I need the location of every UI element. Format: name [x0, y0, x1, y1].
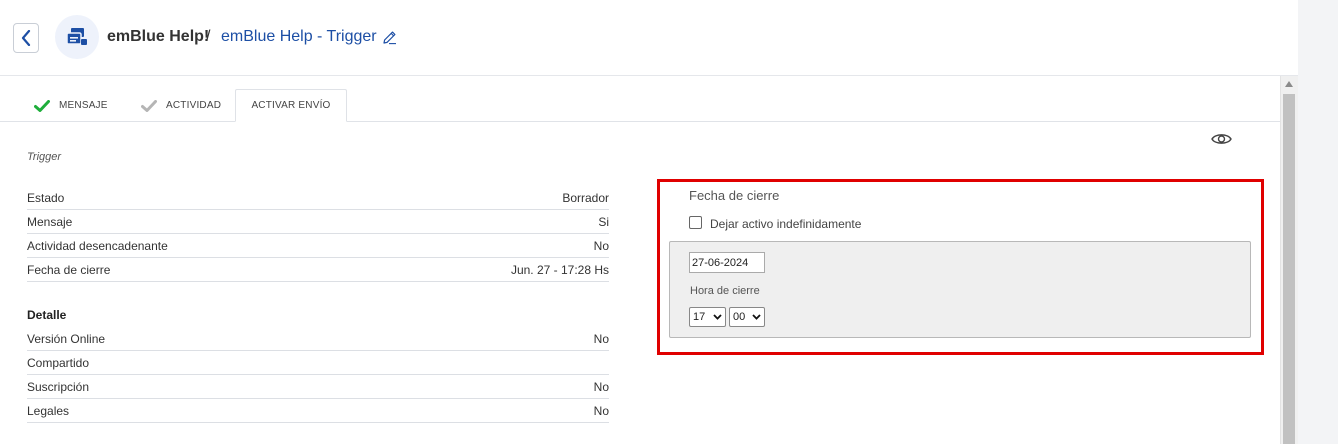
- row-value: Borrador: [562, 191, 609, 205]
- detail-title: Detalle: [27, 308, 67, 322]
- tab-label: ACTIVIDAD: [166, 100, 222, 111]
- tabs-divider: [0, 121, 1280, 122]
- row-value: No: [593, 380, 609, 394]
- scroll-up-arrow-icon[interactable]: [1285, 81, 1293, 87]
- edit-pencil-icon[interactable]: [382, 30, 397, 45]
- tab-mensaje[interactable]: MENSAJE: [34, 89, 108, 122]
- tab-label: ACTIVAR ENVÍO: [251, 100, 331, 111]
- detail-row: Versión Online No: [27, 327, 609, 351]
- summary-title: Trigger: [27, 151, 62, 163]
- check-icon: [141, 99, 157, 112]
- closing-date-title: Fecha de cierre: [689, 188, 780, 203]
- eye-preview-icon[interactable]: [1211, 131, 1232, 147]
- row-value: No: [593, 404, 609, 418]
- chevron-down-icon: [713, 314, 722, 320]
- hour-select-value: 17: [693, 311, 706, 323]
- summary-row: Mensaje Si: [27, 210, 609, 234]
- row-label: Compartido: [27, 356, 90, 370]
- tab-actividad[interactable]: ACTIVIDAD: [141, 89, 221, 122]
- detail-row: Suscripción No: [27, 375, 609, 399]
- scrollbar-thumb[interactable]: [1283, 94, 1295, 444]
- chevron-left-icon: [21, 30, 31, 46]
- chevron-down-icon: [752, 314, 761, 320]
- keep-active-checkbox[interactable]: [689, 216, 702, 229]
- minute-select-value: 00: [733, 311, 746, 323]
- summary-row: Fecha de cierre Jun. 27 - 17:28 Hs: [27, 258, 609, 282]
- row-label: Mensaje: [27, 215, 73, 229]
- breadcrumb-campaign[interactable]: emBlue Help!: [107, 28, 209, 46]
- back-button[interactable]: [13, 23, 39, 53]
- row-label: Suscripción: [27, 380, 90, 394]
- closing-date-input[interactable]: [689, 252, 765, 273]
- detail-row: Compartido: [27, 351, 609, 375]
- detail-row: Legales No: [27, 399, 609, 423]
- row-label: Actividad desencadenante: [27, 239, 168, 253]
- page-header: emBlue Help! / emBlue Help - Trigger: [0, 0, 1298, 76]
- closing-hour-label: Hora de cierre: [690, 285, 760, 297]
- row-value: Jun. 27 - 17:28 Hs: [510, 263, 609, 277]
- tab-activar-envio[interactable]: ACTIVAR ENVÍO: [235, 89, 347, 122]
- row-label: Versión Online: [27, 332, 106, 346]
- campaign-avatar: [55, 15, 99, 59]
- keep-active-label[interactable]: Dejar activo indefinidamente: [710, 217, 861, 231]
- breadcrumb-separator: /: [206, 28, 211, 45]
- row-label: Estado: [27, 191, 65, 205]
- row-value: No: [593, 239, 609, 253]
- row-value: Si: [598, 215, 609, 229]
- row-label: Legales: [27, 404, 70, 418]
- summary-row: Estado Borrador: [27, 186, 609, 210]
- tab-label: MENSAJE: [59, 100, 108, 111]
- campaign-icon: [66, 28, 87, 45]
- row-value: No: [593, 332, 609, 346]
- breadcrumb-action-title[interactable]: emBlue Help - Trigger: [221, 28, 377, 46]
- hour-select[interactable]: 17: [689, 307, 726, 327]
- summary-row: Actividad desencadenante No: [27, 234, 609, 258]
- main-card: emBlue Help! / emBlue Help - Trigger MEN…: [0, 0, 1298, 444]
- check-icon: [34, 99, 50, 112]
- row-label: Fecha de cierre: [27, 263, 111, 277]
- minute-select[interactable]: 00: [729, 307, 765, 327]
